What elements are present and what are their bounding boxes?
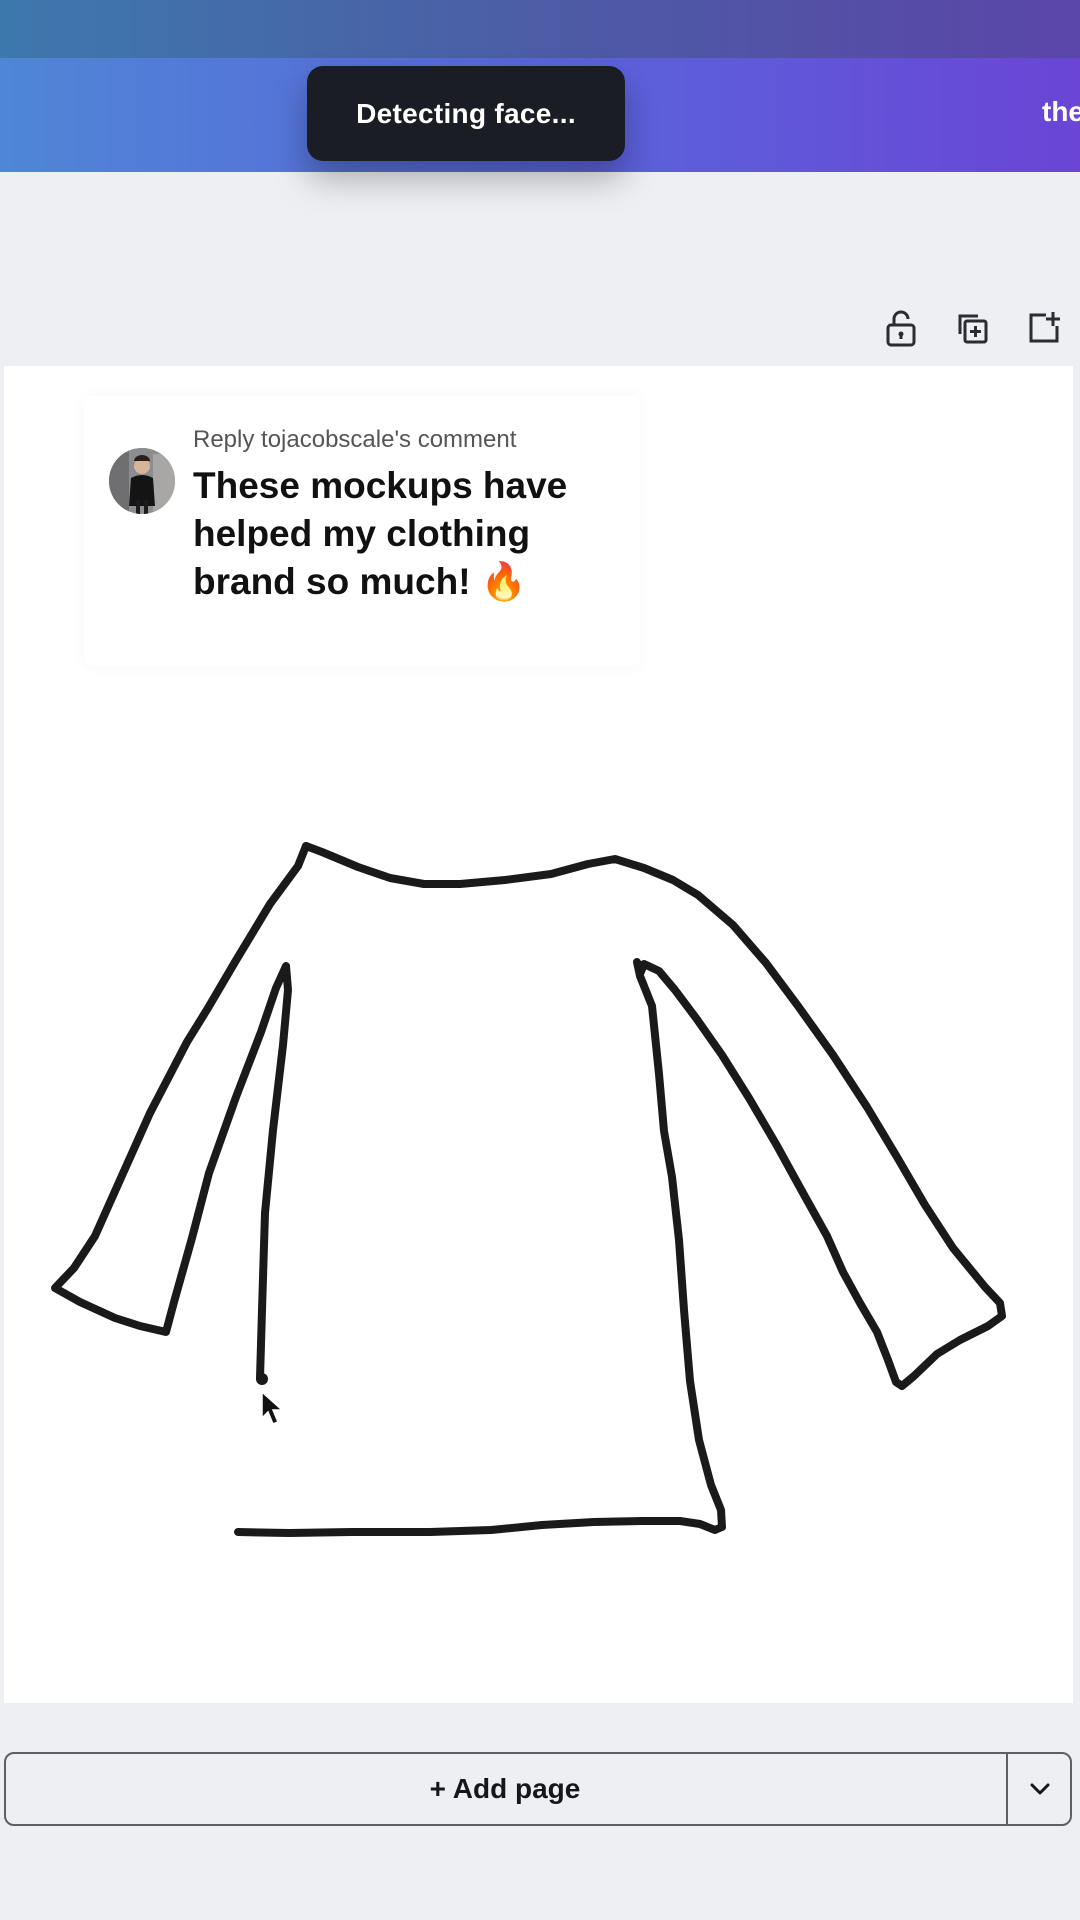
sketch-neckline xyxy=(234,842,1006,1537)
mouse-cursor-icon xyxy=(261,1390,284,1425)
add-page-button[interactable]: + Add page xyxy=(4,1752,1006,1826)
add-page-options-button[interactable] xyxy=(1008,1752,1072,1826)
sketch-pen-dot xyxy=(256,1373,268,1385)
chevron-down-icon xyxy=(1030,1783,1050,1795)
sweater-sketch-drawing[interactable] xyxy=(0,0,1080,1920)
sketch-outer-outline xyxy=(51,842,310,1382)
